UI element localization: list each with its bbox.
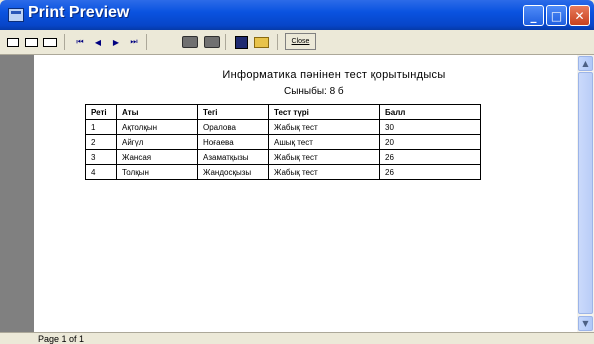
maximize-icon: □: [550, 8, 563, 23]
table-cell: Ақтолқын: [116, 119, 198, 135]
table-cell: 26: [379, 164, 481, 180]
close-window-button[interactable]: ✕: [569, 5, 590, 26]
status-bar: Page 1 of 1: [0, 332, 594, 344]
title-bar: Print Preview _ □ ✕: [0, 0, 594, 30]
zoom-icon: [43, 37, 57, 47]
first-page-button[interactable]: ⏮: [74, 34, 86, 50]
toolbar-separator: [64, 34, 65, 50]
table-cell: Ашық тест: [268, 134, 380, 150]
table-cell: Жабық тест: [268, 164, 380, 180]
print-button[interactable]: [203, 34, 221, 50]
scroll-down-button[interactable]: ▼: [578, 316, 593, 331]
table-cell: Жабық тест: [268, 149, 380, 165]
window-title: Print Preview: [28, 4, 130, 21]
scrollbar-thumb[interactable]: [578, 72, 593, 314]
maximize-button[interactable]: □: [546, 5, 567, 26]
minimize-icon: _: [530, 8, 537, 23]
previous-page-button[interactable]: ◀: [92, 34, 104, 50]
table-row: 2 Айгүл Ноғаева Ашық тест 20: [85, 134, 481, 150]
table-cell: Ноғаева: [197, 134, 269, 150]
table-cell: 20: [379, 134, 481, 150]
table-row: 4 Толқын Жандосқызы Жабық тест 26: [85, 164, 481, 180]
table-cell: Айгүл: [116, 134, 198, 150]
first-page-icon: ⏮: [76, 37, 84, 46]
chevron-down-icon: ▼: [582, 319, 589, 328]
vertical-scrollbar[interactable]: ▲ ▼: [577, 55, 594, 332]
table-header-row: Реті Аты Тегі Тест түрі Балл: [85, 104, 481, 120]
whole-page-button[interactable]: [6, 34, 20, 50]
table-cell: 3: [85, 149, 117, 165]
printer-setup-button[interactable]: [181, 34, 199, 50]
open-button[interactable]: [252, 34, 270, 50]
table-row: 3 Жансая Азаматқызы Жабық тест 26: [85, 149, 481, 165]
table-cell: Жабық тест: [268, 119, 380, 135]
next-page-button[interactable]: ▶: [110, 34, 122, 50]
close-preview-button[interactable]: Close: [285, 33, 316, 50]
column-header: Тегі: [197, 104, 269, 120]
next-page-icon: ▶: [112, 37, 120, 47]
table-cell: 26: [379, 149, 481, 165]
toolbar-separator: [277, 34, 278, 50]
chevron-up-icon: ▲: [582, 59, 589, 68]
report-page: Информатика пәнінен тест қорытындысы Сын…: [34, 55, 577, 332]
table-cell: 2: [85, 134, 117, 150]
last-page-icon: ⏭: [130, 37, 138, 46]
folder-icon: [253, 36, 269, 48]
save-button[interactable]: [233, 34, 249, 50]
whole-page-icon: [7, 37, 19, 47]
scroll-up-button[interactable]: ▲: [578, 56, 593, 71]
toolbar-separator: [146, 34, 147, 50]
results-table: Реті Аты Тегі Тест түрі Балл 1 Ақтолқын …: [85, 104, 481, 180]
app-icon: [8, 8, 24, 22]
column-header: Аты: [116, 104, 198, 120]
report-subtitle: Сыныбы: 8 б: [284, 86, 344, 97]
previous-page-icon: ◀: [94, 37, 102, 47]
close-icon: ✕: [574, 8, 585, 23]
save-icon: [234, 35, 248, 49]
preview-area[interactable]: Информатика пәнінен тест қорытындысы Сын…: [0, 55, 594, 332]
column-header: Реті: [85, 104, 117, 120]
page-width-icon: [24, 37, 38, 47]
page-width-button[interactable]: [24, 34, 38, 50]
table-cell: 1: [85, 119, 117, 135]
last-page-button[interactable]: ⏭: [128, 34, 140, 50]
toolbar-separator: [225, 34, 226, 50]
hundred-percent-button[interactable]: [42, 34, 58, 50]
table-row: 1 Ақтолқын Оралова Жабық тест 30: [85, 119, 481, 135]
table-cell: Толқын: [116, 164, 198, 180]
table-cell: 30: [379, 119, 481, 135]
table-cell: Жансая: [116, 149, 198, 165]
table-cell: Азаматқызы: [197, 149, 269, 165]
table-cell: Оралова: [197, 119, 269, 135]
table-cell: Жандосқызы: [197, 164, 269, 180]
toolbar: ⏮ ◀ ▶ ⏭ Close: [0, 30, 594, 55]
table-cell: 4: [85, 164, 117, 180]
printer-icon: [204, 36, 220, 48]
printer-setup-icon: [182, 36, 198, 48]
column-header: Тест түрі: [268, 104, 380, 120]
column-header: Балл: [379, 104, 481, 120]
report-title: Информатика пәнінен тест қорытындысы: [222, 69, 446, 81]
minimize-button[interactable]: _: [523, 5, 544, 26]
